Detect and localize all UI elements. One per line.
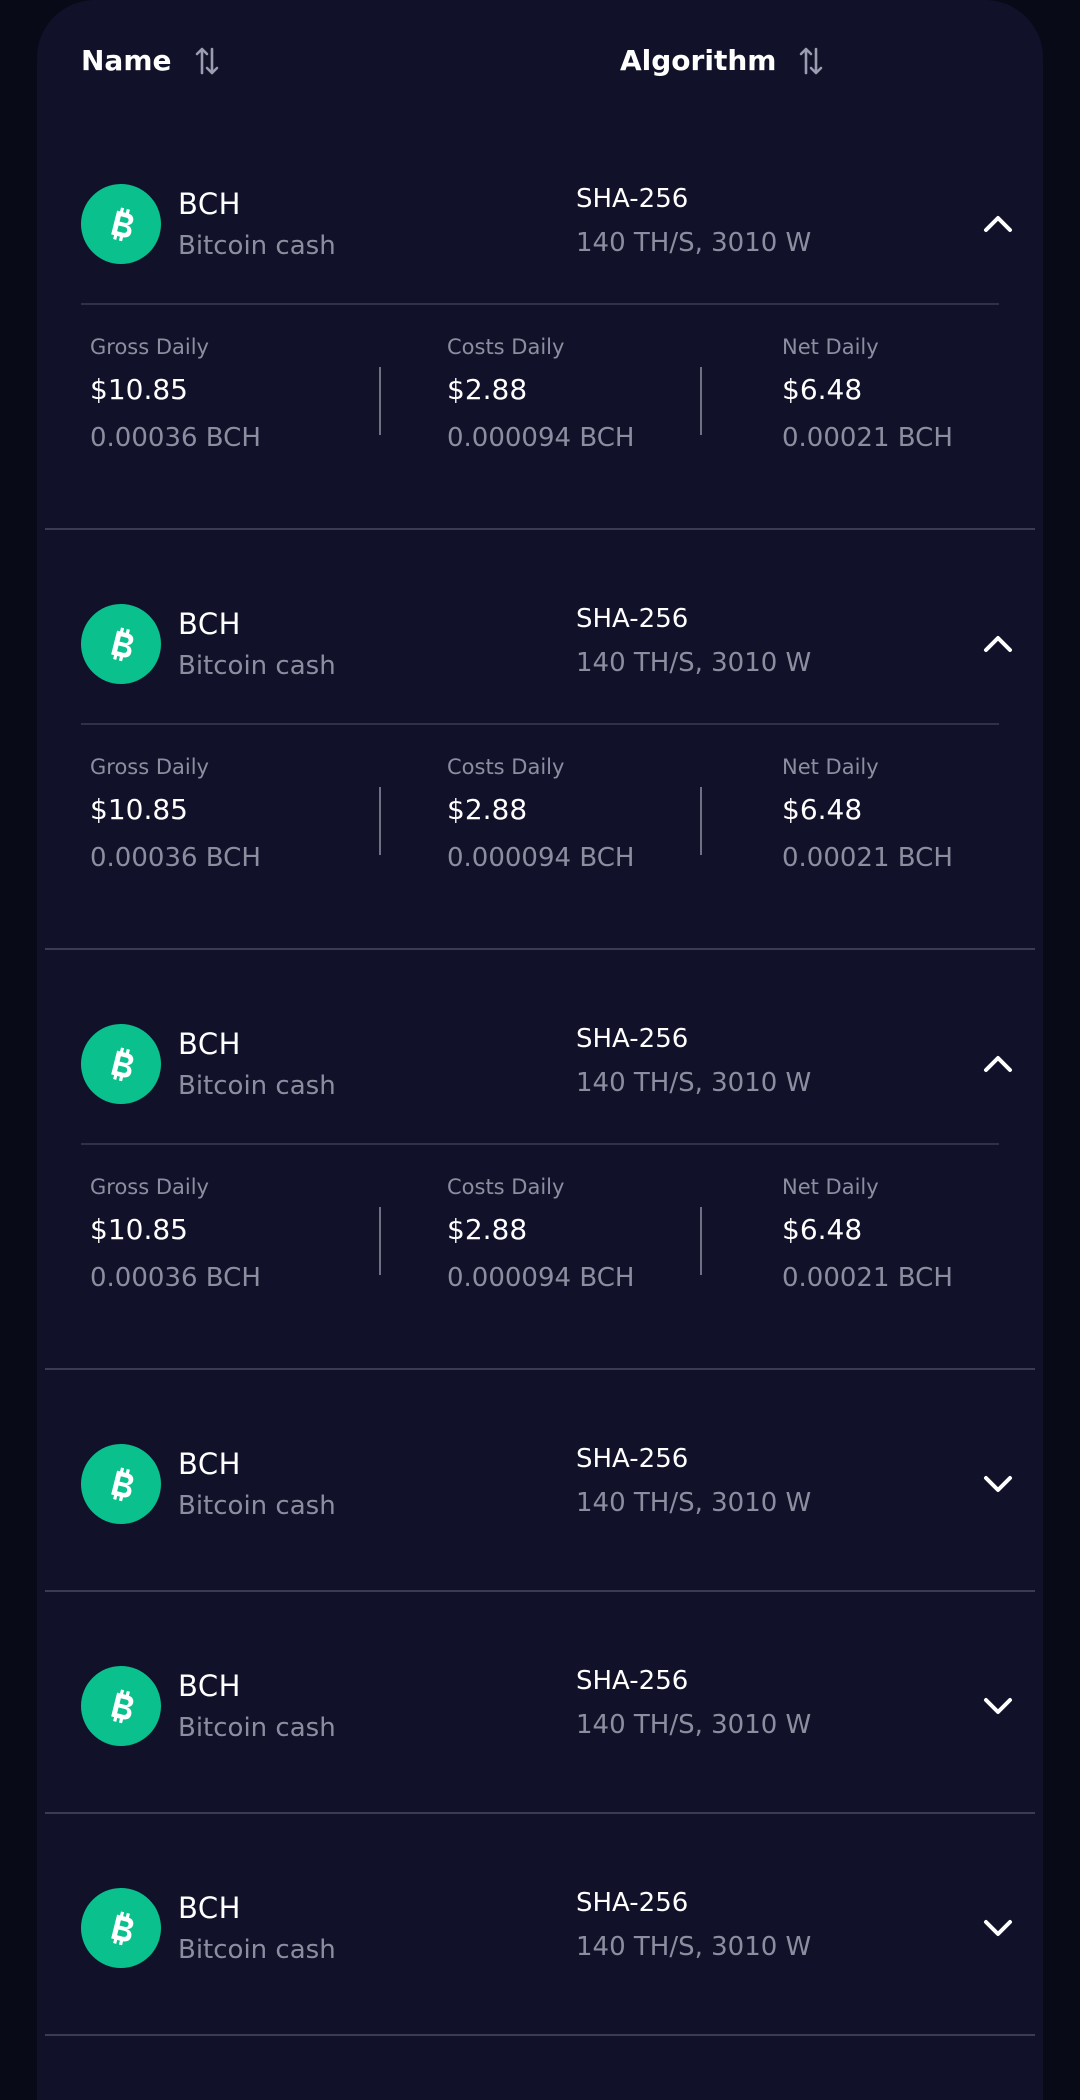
sort-up-down-icon[interactable] [194,45,220,77]
chevron-up-icon[interactable] [980,206,1016,242]
coin-row[interactable]: BCH Bitcoin cash SHA-256 140 TH/S, 3010 W Gr… [45,530,1035,950]
costs-daily-coin: 0.000094 BCH [447,1263,635,1293]
bitcoin-cash-icon [81,1888,161,1968]
coin-name: Bitcoin cash [178,1713,336,1743]
row-inner-divider [81,1143,999,1145]
gross-daily-label: Gross Daily [90,335,209,359]
algorithm-name: SHA-256 [576,1666,689,1696]
stat-divider [700,367,702,435]
row-inner-divider [81,303,999,305]
sort-by-algorithm[interactable]: Algorithm [620,44,824,77]
net-daily-coin: 0.00021 BCH [782,423,953,453]
sort-by-name[interactable]: Name [81,44,220,77]
bitcoin-cash-icon [81,604,161,684]
hashrate-power: 140 TH/S, 3010 W [576,1068,812,1098]
hashrate-power: 140 TH/S, 3010 W [576,1710,812,1740]
coin-symbol: BCH [178,1447,241,1481]
coin-row[interactable]: BCH Bitcoin cash SHA-256 140 TH/S, 3010 W Gr… [45,950,1035,1370]
net-daily-coin: 0.00021 BCH [782,1263,953,1293]
bitcoin-cash-icon [81,184,161,264]
costs-daily-coin: 0.000094 BCH [447,843,635,873]
hashrate-power: 140 TH/S, 3010 W [576,1488,812,1518]
gross-daily-coin: 0.00036 BCH [90,843,261,873]
costs-daily-label: Costs Daily [447,335,565,359]
hashrate-power: 140 TH/S, 3010 W [576,1932,812,1962]
name-column-header: Name [81,44,172,77]
algorithm-name: SHA-256 [576,604,689,634]
coin-row[interactable]: BCH Bitcoin cash SHA-256 140 TH/S, 3010 W Gr… [45,110,1035,530]
net-daily-label: Net Daily [782,755,879,779]
coin-name: Bitcoin cash [178,1491,336,1521]
costs-daily-label: Costs Daily [447,1175,565,1199]
stat-divider [379,787,381,855]
bitcoin-cash-icon [81,1024,161,1104]
coin-row[interactable]: BCH Bitcoin cash SHA-256 140 TH/S, 3010 W [45,1814,1035,2036]
hashrate-power: 140 TH/S, 3010 W [576,648,812,678]
coin-symbol: BCH [178,1891,241,1925]
gross-daily-coin: 0.00036 BCH [90,1263,261,1293]
coin-symbol: BCH [178,1669,241,1703]
coin-symbol: BCH [178,187,241,221]
algorithm-name: SHA-256 [576,184,689,214]
costs-daily-usd: $2.88 [447,1213,528,1246]
net-daily-usd: $6.48 [782,1213,863,1246]
table-header: Name Algorithm [81,44,1001,90]
net-daily-label: Net Daily [782,1175,879,1199]
gross-daily-label: Gross Daily [90,1175,209,1199]
chevron-down-icon[interactable] [980,1910,1016,1946]
bitcoin-cash-icon [81,1444,161,1524]
hashrate-power: 140 TH/S, 3010 W [576,228,812,258]
sort-up-down-icon[interactable] [798,45,824,77]
chevron-up-icon[interactable] [980,626,1016,662]
stat-divider [700,1207,702,1275]
chevron-up-icon[interactable] [980,1046,1016,1082]
coin-row[interactable]: BCH Bitcoin cash SHA-256 140 TH/S, 3010 W [45,1370,1035,1592]
stat-divider [379,1207,381,1275]
gross-daily-label: Gross Daily [90,755,209,779]
bitcoin-cash-icon [81,1666,161,1746]
costs-daily-usd: $2.88 [447,793,528,826]
coin-name: Bitcoin cash [178,1935,336,1965]
stat-divider [700,787,702,855]
costs-daily-usd: $2.88 [447,373,528,406]
row-inner-divider [81,723,999,725]
net-daily-label: Net Daily [782,335,879,359]
gross-daily-usd: $10.85 [90,373,188,406]
coin-list-panel: Name Algorithm BCH Bitcoin cash SHA-256 140… [37,0,1043,2100]
row-separator [45,2034,1035,2036]
algorithm-name: SHA-256 [576,1024,689,1054]
algorithm-column-header: Algorithm [620,44,777,77]
gross-daily-usd: $10.85 [90,793,188,826]
coin-name: Bitcoin cash [178,1071,336,1101]
coin-name: Bitcoin cash [178,231,336,261]
coin-symbol: BCH [178,607,241,641]
stat-divider [379,367,381,435]
net-daily-usd: $6.48 [782,373,863,406]
algorithm-name: SHA-256 [576,1888,689,1918]
chevron-down-icon[interactable] [980,1466,1016,1502]
gross-daily-usd: $10.85 [90,1213,188,1246]
net-daily-usd: $6.48 [782,793,863,826]
costs-daily-label: Costs Daily [447,755,565,779]
gross-daily-coin: 0.00036 BCH [90,423,261,453]
coin-symbol: BCH [178,1027,241,1061]
coin-name: Bitcoin cash [178,651,336,681]
costs-daily-coin: 0.000094 BCH [447,423,635,453]
chevron-down-icon[interactable] [980,1688,1016,1724]
coin-row[interactable]: BCH Bitcoin cash SHA-256 140 TH/S, 3010 W [45,1592,1035,1814]
algorithm-name: SHA-256 [576,1444,689,1474]
net-daily-coin: 0.00021 BCH [782,843,953,873]
